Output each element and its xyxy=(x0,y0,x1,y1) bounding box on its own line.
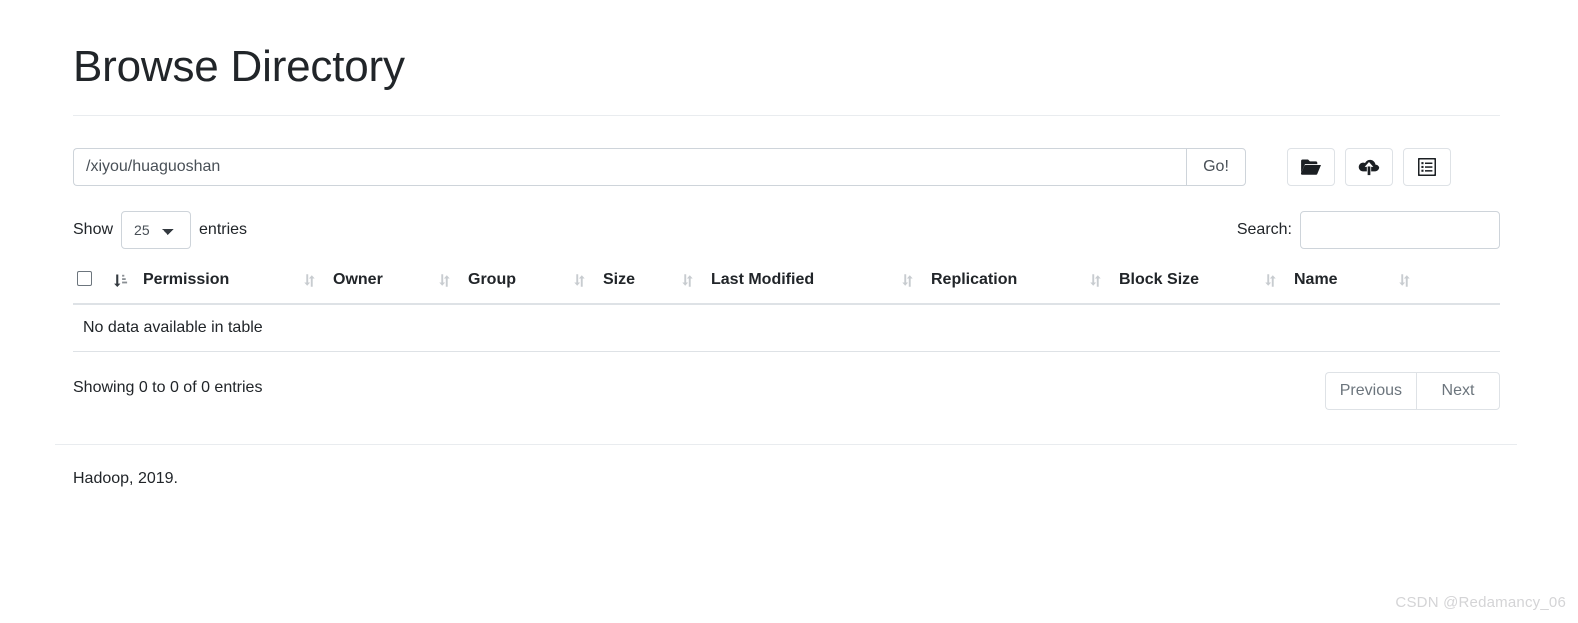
select-all-header xyxy=(73,268,113,305)
column-label: Last Modified xyxy=(711,271,815,288)
page-length-select[interactable]: 25 50 100 xyxy=(121,211,192,249)
files-table: Permission Owner Group Size Last Modifie… xyxy=(73,268,1500,352)
browse-directory-page: Browse Directory Go! xyxy=(0,0,1578,623)
table-controls: Show 25 50 100 entries Search: xyxy=(73,211,1500,251)
column-header-owner[interactable]: Owner xyxy=(303,268,438,305)
snapshots-button[interactable] xyxy=(1403,148,1451,186)
sort-desc-icon xyxy=(113,273,129,288)
footer-text: Hadoop, 2019. xyxy=(73,470,178,487)
page-title: Browse Directory xyxy=(73,42,405,91)
upload-files-button[interactable] xyxy=(1345,148,1393,186)
column-header-name[interactable]: Name xyxy=(1264,268,1500,305)
watermark: CSDN @Redamancy_06 xyxy=(1395,594,1566,611)
pagination-controls: Previous Next xyxy=(1324,372,1500,410)
sort-both-icon xyxy=(438,273,454,288)
column-header-block-size[interactable]: Block Size xyxy=(1089,268,1264,305)
sort-both-icon xyxy=(1264,273,1280,288)
column-label: Owner xyxy=(333,271,383,288)
sort-both-icon xyxy=(573,273,589,288)
column-header-group[interactable]: Group xyxy=(438,268,573,305)
search-control: Search: xyxy=(1237,211,1500,249)
content-container: Browse Directory Go! xyxy=(55,0,1517,487)
sort-both-icon xyxy=(1398,273,1414,288)
header-divider xyxy=(73,115,1500,116)
page-length-control: Show 25 50 100 entries xyxy=(73,211,247,249)
entries-label: entries xyxy=(199,221,248,238)
sort-both-icon xyxy=(901,273,917,288)
sort-both-icon xyxy=(681,273,697,288)
search-label: Search: xyxy=(1236,221,1292,238)
pagination-info: Showing 0 to 0 of 0 entries xyxy=(73,379,263,396)
cloud-upload-icon xyxy=(1358,158,1380,176)
table-footer: Showing 0 to 0 of 0 entries Previous Nex… xyxy=(73,372,1500,412)
column-header-replication[interactable]: Replication xyxy=(901,268,1089,305)
select-all-checkbox[interactable] xyxy=(77,271,92,286)
files-table-body: No data available in table xyxy=(73,304,1500,352)
table-empty-row: No data available in table xyxy=(73,304,1500,352)
show-label: Show xyxy=(73,221,114,238)
path-toolbar: Go! xyxy=(73,148,1500,186)
next-page-button[interactable]: Next xyxy=(1416,372,1500,410)
path-input-group: Go! xyxy=(73,148,1246,186)
files-table-wrapper: Permission Owner Group Size Last Modifie… xyxy=(73,268,1500,352)
create-directory-button[interactable] xyxy=(1287,148,1335,186)
directory-action-buttons xyxy=(1287,148,1451,186)
search-input[interactable] xyxy=(1300,211,1500,249)
column-label: Group xyxy=(468,271,516,288)
sort-both-icon xyxy=(1089,273,1105,288)
column-label: Block Size xyxy=(1119,271,1200,288)
column-label: Permission xyxy=(143,271,230,288)
footer-divider xyxy=(55,444,1517,445)
directory-path-input[interactable] xyxy=(73,148,1186,186)
column-label: Replication xyxy=(931,271,1018,288)
column-header-permission[interactable]: Permission xyxy=(113,268,303,305)
folder-open-icon xyxy=(1300,158,1322,176)
column-label: Size xyxy=(603,271,636,288)
empty-message: No data available in table xyxy=(73,304,1500,352)
column-header-size[interactable]: Size xyxy=(573,268,681,305)
files-table-head: Permission Owner Group Size Last Modifie… xyxy=(73,268,1500,305)
list-alt-icon xyxy=(1418,158,1436,176)
column-label: Name xyxy=(1294,271,1338,288)
go-button[interactable]: Go! xyxy=(1186,148,1246,186)
files-table-header-row: Permission Owner Group Size Last Modifie… xyxy=(73,268,1500,305)
sort-both-icon xyxy=(303,273,319,288)
previous-page-button[interactable]: Previous xyxy=(1324,372,1416,410)
column-header-last-modified[interactable]: Last Modified xyxy=(681,268,901,305)
